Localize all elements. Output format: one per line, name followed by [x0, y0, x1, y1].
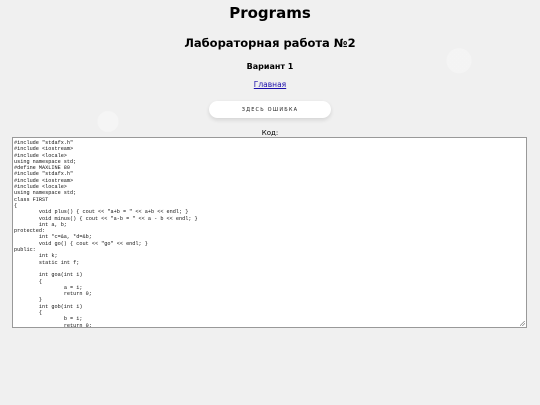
error-button[interactable]: ЗДЕСЬ ОШИБКА — [209, 101, 331, 118]
code-textarea[interactable]: #include "stdafx.h" #include <iostream> … — [12, 137, 527, 328]
code-label: Код: — [261, 129, 279, 137]
code-content: #include "stdafx.h" #include <iostream> … — [14, 140, 198, 328]
resize-handle-icon[interactable] — [520, 321, 525, 326]
page-content: Programs Лабораторная работа №2 Вариант … — [0, 0, 540, 137]
home-link[interactable]: Главная — [254, 80, 286, 89]
error-button-wrap: ЗДЕСЬ ОШИБКА — [0, 98, 540, 118]
lab-title: Лабораторная работа №2 — [184, 36, 356, 50]
site-title: Programs — [229, 4, 311, 22]
variant-title: Вариант 1 — [246, 62, 294, 71]
